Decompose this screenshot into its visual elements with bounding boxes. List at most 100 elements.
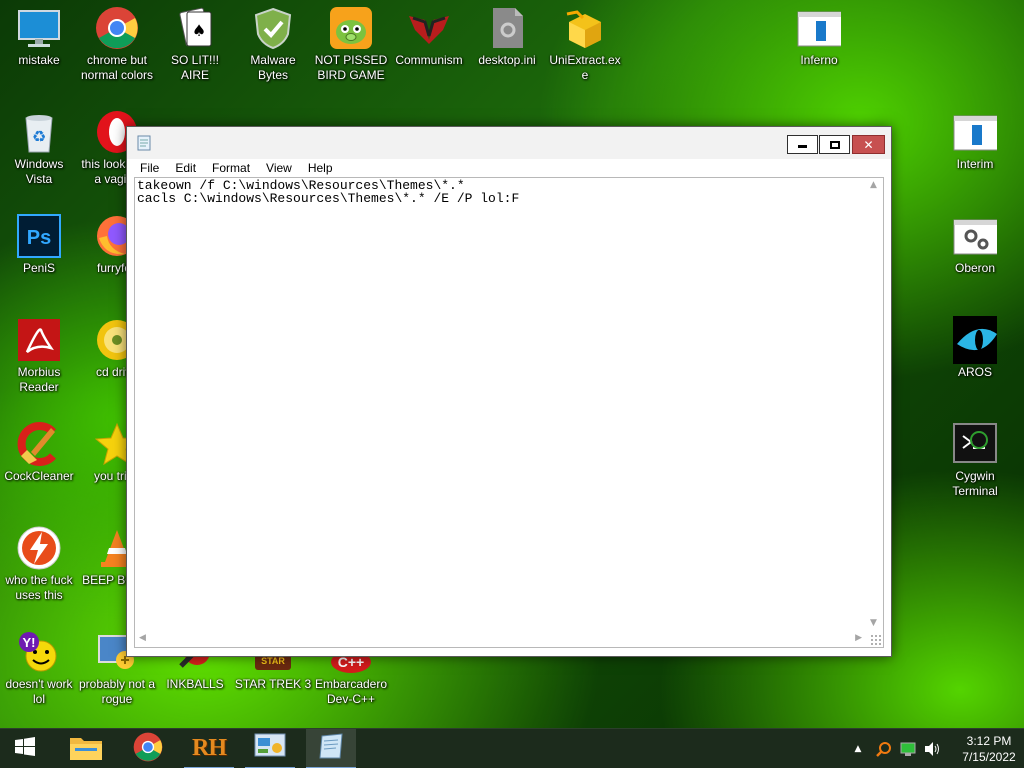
clock[interactable]: 3:12 PM 7/15/2022 xyxy=(954,729,1024,768)
scroll-down-icon[interactable]: ▼ xyxy=(870,618,877,628)
shield-icon xyxy=(251,6,295,50)
clock-time: 3:12 PM xyxy=(966,734,1012,748)
yahoo-icon: Y! xyxy=(17,630,61,674)
resize-grip-icon[interactable] xyxy=(870,634,881,645)
icon-label: UniExtract.exe xyxy=(549,53,621,82)
svg-text:♠: ♠ xyxy=(192,21,206,40)
desktop-icon-aros[interactable]: AROS xyxy=(936,312,1014,380)
clock-date: 7/15/2022 xyxy=(962,750,1016,764)
icon-label: who the fuck uses this xyxy=(5,573,73,602)
recycle-bin-icon: ♻ xyxy=(17,110,61,154)
icon-label: NOT PISSED BIRD GAME xyxy=(314,53,388,82)
desktop-icon-oberon[interactable]: Oberon xyxy=(936,208,1014,276)
icon-label: Malware Bytes xyxy=(250,53,296,82)
network-icon[interactable] xyxy=(898,729,918,768)
solitaire-icon: ♠ xyxy=(173,6,217,50)
desktop-icon-malwarebytes[interactable]: Malware Bytes xyxy=(234,0,312,83)
minimize-button[interactable] xyxy=(787,135,818,154)
notepad-icon xyxy=(136,135,152,151)
scroll-left-icon[interactable]: ◀ xyxy=(139,633,146,643)
horizontal-scrollbar[interactable]: ◀ ▶ xyxy=(135,630,866,647)
icon-label: mistake xyxy=(18,53,60,67)
menu-edit[interactable]: Edit xyxy=(167,159,204,177)
desktop-icon-recycle-bin[interactable]: ♻ Windows Vista xyxy=(0,104,78,187)
menu-format[interactable]: Format xyxy=(204,159,258,177)
control-panel-icon xyxy=(254,732,286,765)
taskbar-control-panel[interactable] xyxy=(245,729,295,768)
svg-text:Ps: Ps xyxy=(27,227,51,249)
taskbar-chrome[interactable] xyxy=(123,729,173,768)
angry-birds-icon xyxy=(329,6,373,50)
desktop-icon-chrome[interactable]: chrome but normal colors xyxy=(78,0,156,83)
desktop-icon-acrobat[interactable]: Morbius Reader xyxy=(0,312,78,395)
icon-label: INKBALLS xyxy=(166,677,224,691)
app-window-icon xyxy=(797,6,841,50)
desktop-icon-desktop-ini[interactable]: desktop.ini xyxy=(468,0,546,68)
box-icon xyxy=(563,6,607,50)
desktop-icon-cygwin[interactable]: Cygwin Terminal xyxy=(936,416,1014,499)
chrome-icon xyxy=(95,6,139,50)
menu-view[interactable]: View xyxy=(258,159,300,177)
terminal-icon xyxy=(953,422,997,466)
desktop-icon-ccleaner[interactable]: CockCleaner xyxy=(0,416,78,484)
start-button[interactable] xyxy=(0,729,50,768)
svg-text:♻: ♻ xyxy=(32,127,46,146)
search-icon[interactable] xyxy=(874,729,894,768)
flash-icon xyxy=(17,526,61,570)
vertical-scrollbar[interactable]: ▲ ▼ xyxy=(866,178,883,630)
maximize-button[interactable] xyxy=(819,135,850,154)
emblem-icon xyxy=(407,6,451,50)
title-bar[interactable]: ✕ xyxy=(127,127,891,159)
menu-bar: File Edit Format View Help xyxy=(127,159,891,177)
photoshop-icon: Ps xyxy=(17,214,61,258)
taskbar-notepad[interactable] xyxy=(306,729,356,768)
notepad-icon xyxy=(316,732,346,765)
desktop-icon-uniextract[interactable]: UniExtract.exe xyxy=(546,0,624,83)
ccleaner-icon xyxy=(17,422,61,466)
icon-label: PeniS xyxy=(22,261,56,275)
text-editor[interactable]: takeown /f C:\windows\Resources\Themes\*… xyxy=(134,177,884,648)
show-hidden-icons[interactable]: ▲ xyxy=(850,729,866,768)
icon-label: desktop.ini xyxy=(478,53,536,67)
acrobat-icon xyxy=(17,318,61,362)
desktop-icon-yahoo[interactable]: Y! doesn't work lol xyxy=(0,624,78,707)
icon-label: STAR TREK 3 xyxy=(234,677,312,691)
editor-content[interactable]: takeown /f C:\windows\Resources\Themes\*… xyxy=(137,179,519,205)
icon-label: SO LIT!!! AIRE xyxy=(170,53,219,82)
icon-label: CockCleaner xyxy=(4,469,74,483)
icon-label: chrome but normal colors xyxy=(80,53,154,82)
menu-file[interactable]: File xyxy=(132,159,167,177)
taskbar-rh[interactable]: RH xyxy=(184,729,234,768)
desktop-icon-flash[interactable]: who the fuck uses this xyxy=(0,520,78,603)
notepad-window[interactable]: ✕ File Edit Format View Help takeown /f … xyxy=(126,126,892,657)
desktop-icon-angry-birds[interactable]: NOT PISSED BIRD GAME xyxy=(312,0,390,83)
svg-text:Y!: Y! xyxy=(23,635,36,650)
cat-eye-icon xyxy=(953,316,997,364)
desktop-icon-mistake[interactable]: mistake xyxy=(0,0,78,68)
maximize-icon xyxy=(829,140,840,149)
desktop-icon-solitaire[interactable]: ♠ SO LIT!!! AIRE xyxy=(156,0,234,83)
scroll-up-icon[interactable]: ▲ xyxy=(870,180,877,190)
icon-label: Cygwin Terminal xyxy=(952,469,998,498)
desktop-icon-photoshop[interactable]: Ps PeniS xyxy=(0,208,78,276)
scroll-right-icon[interactable]: ▶ xyxy=(855,633,862,643)
app-window-icon xyxy=(953,110,997,154)
icon-label: Inferno xyxy=(800,53,838,67)
minimize-icon xyxy=(798,145,807,148)
icon-label: Interim xyxy=(956,157,994,171)
volume-icon[interactable] xyxy=(922,729,942,768)
icon-label: Morbius Reader xyxy=(17,365,61,394)
close-button[interactable]: ✕ xyxy=(852,135,885,154)
taskbar-file-explorer[interactable] xyxy=(61,729,111,768)
monitor-icon xyxy=(17,6,61,50)
windows-logo-icon xyxy=(15,736,35,762)
desktop-icon-inferno[interactable]: Inferno xyxy=(780,0,858,68)
icon-label: doesn't work lol xyxy=(5,677,73,706)
desktop-icon-communism[interactable]: Communism xyxy=(390,0,468,68)
close-icon: ✕ xyxy=(863,137,874,152)
menu-help[interactable]: Help xyxy=(300,159,341,177)
taskbar: RH ▲ 3:12 PM 7/15/2022 xyxy=(0,728,1024,768)
rh-icon: RH xyxy=(192,734,227,761)
settings-file-icon xyxy=(485,6,529,50)
desktop-icon-interim[interactable]: Interim xyxy=(936,104,1014,172)
